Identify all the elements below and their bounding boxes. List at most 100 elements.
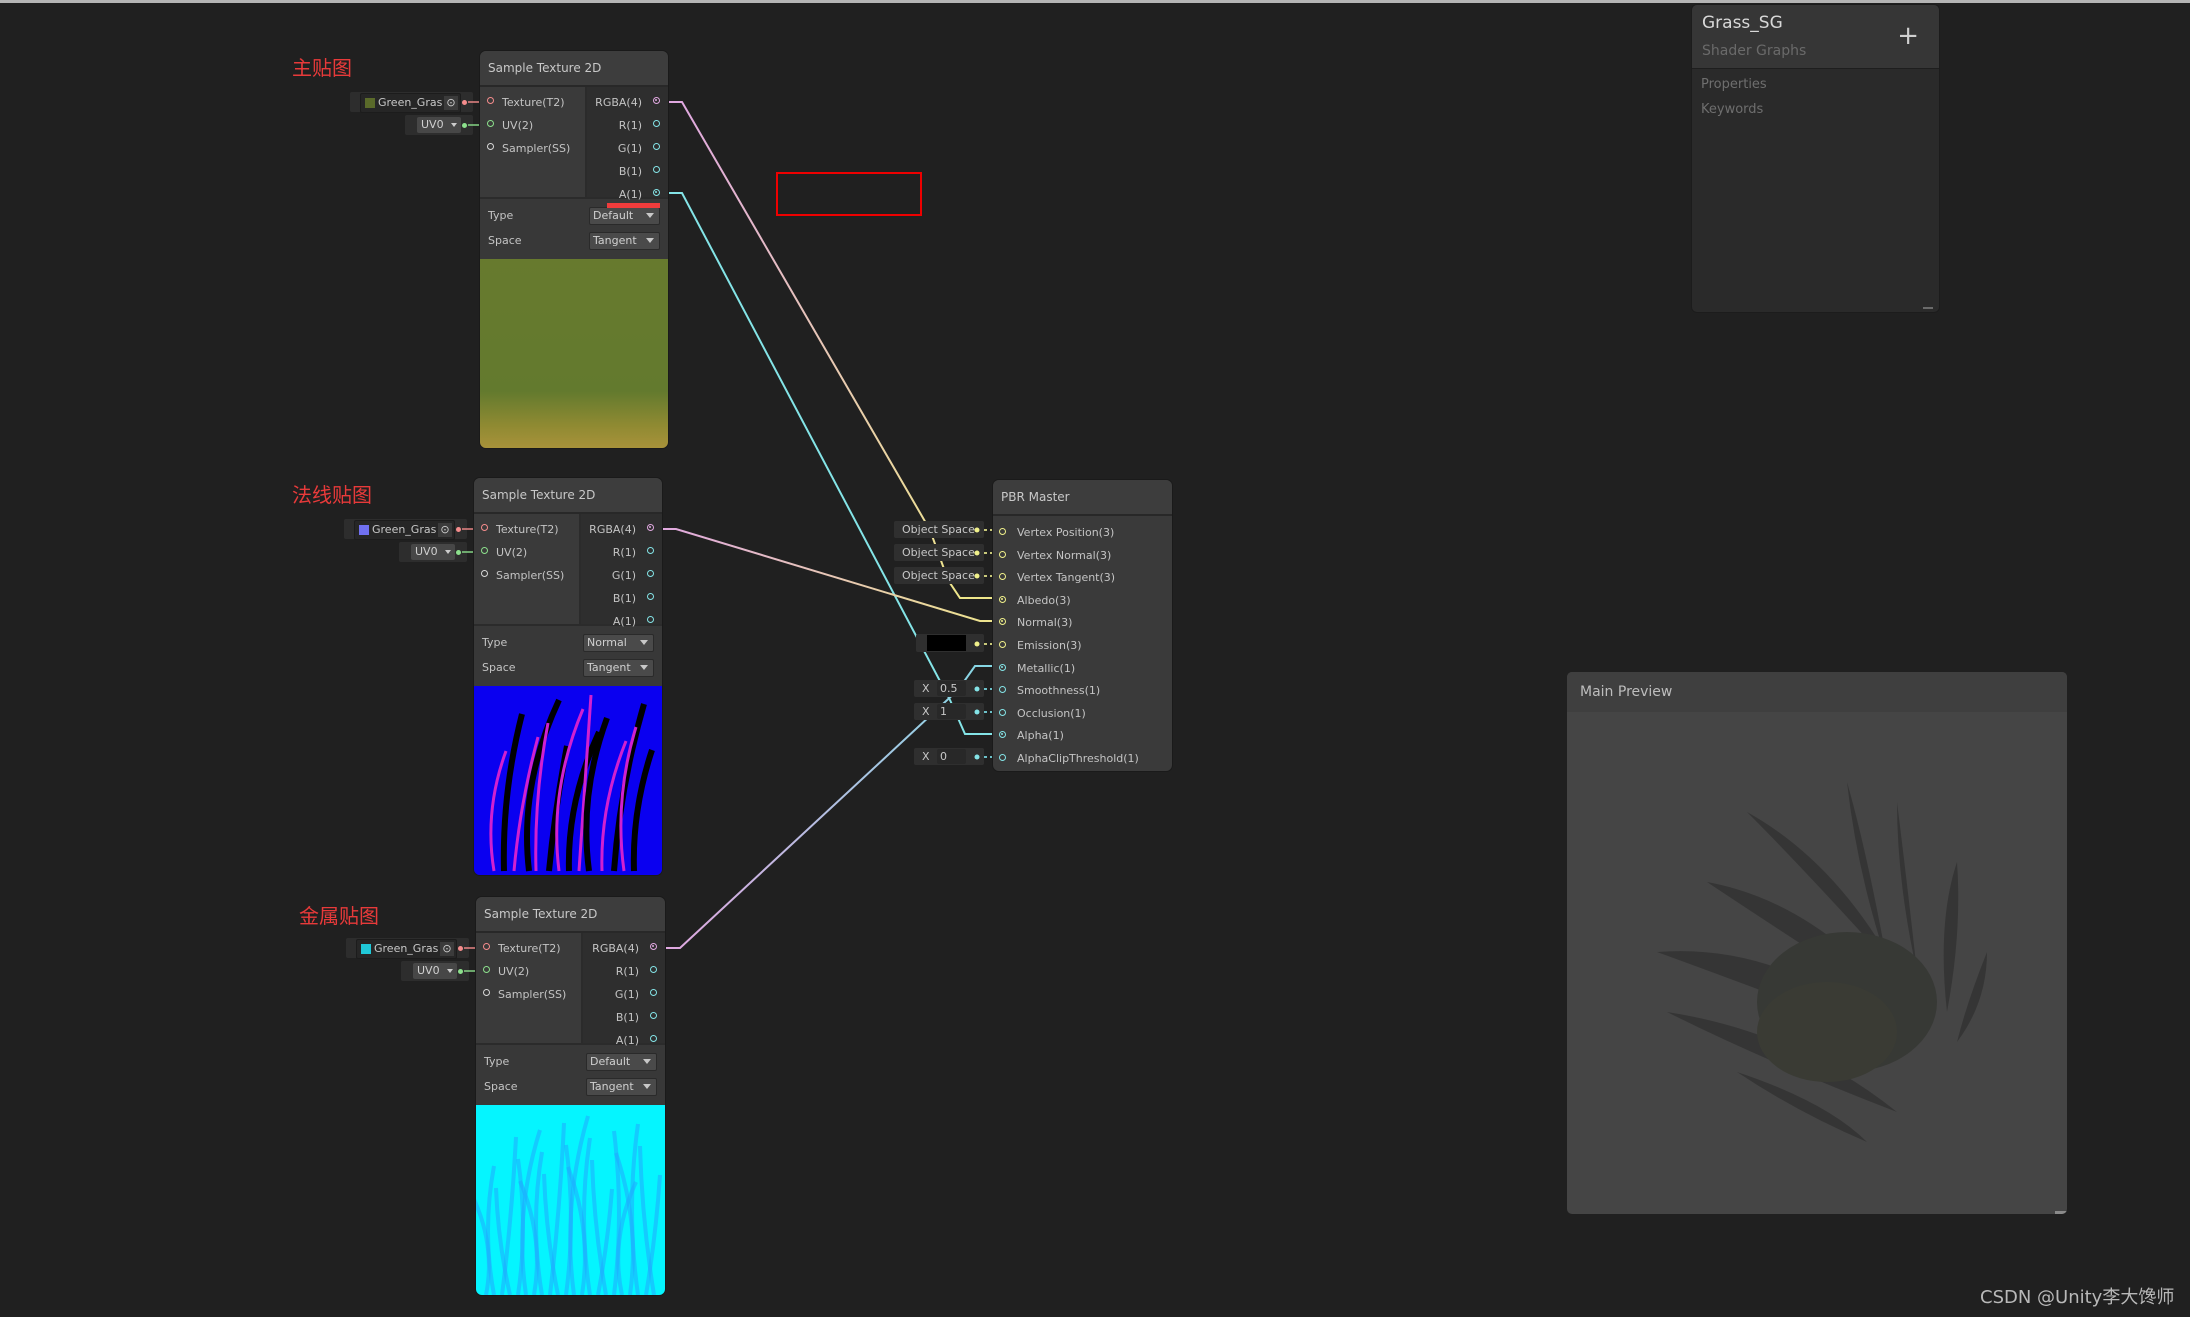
port-circle-icon[interactable] bbox=[481, 524, 488, 531]
port-circle-icon[interactable] bbox=[487, 97, 494, 104]
output-port[interactable]: B(1) bbox=[587, 160, 668, 183]
port-circle-icon[interactable] bbox=[650, 966, 657, 973]
port-circle-icon[interactable] bbox=[647, 524, 654, 531]
space-dropdown[interactable]: Tangent bbox=[586, 1077, 657, 1096]
input-port[interactable]: Texture(T2) bbox=[474, 518, 579, 541]
output-port[interactable]: B(1) bbox=[583, 1006, 665, 1029]
uv-channel-dropdown[interactable]: UV0 bbox=[411, 544, 455, 560]
space-dropdown[interactable]: Tangent bbox=[589, 231, 660, 250]
output-port[interactable]: RGBA(4) bbox=[587, 91, 668, 114]
port-circle-icon[interactable] bbox=[650, 943, 657, 950]
port-circle-icon[interactable] bbox=[653, 97, 660, 104]
input-port[interactable]: UV(2) bbox=[474, 541, 579, 564]
port-circle-icon[interactable] bbox=[481, 547, 488, 554]
pbr-input-port[interactable]: Albedo(3) bbox=[993, 590, 1172, 613]
port-circle-icon[interactable] bbox=[647, 570, 654, 577]
object-picker-icon[interactable]: ⊙ bbox=[440, 942, 454, 956]
output-port[interactable]: RGBA(4) bbox=[583, 937, 665, 960]
output-port[interactable]: RGBA(4) bbox=[581, 518, 662, 541]
alpha-clip-slot[interactable]: X 0 bbox=[914, 748, 984, 765]
uv-channel-dropdown[interactable]: UV0 bbox=[417, 117, 461, 133]
pbr-input-port[interactable]: Vertex Normal(3) bbox=[993, 545, 1172, 568]
port-circle-icon[interactable] bbox=[999, 753, 1006, 761]
port-circle-icon[interactable] bbox=[999, 550, 1006, 558]
port-circle-icon[interactable] bbox=[647, 616, 654, 623]
texture-asset-field[interactable]: Green_Gras ⊙ bbox=[354, 520, 455, 540]
vertex-normal-space-slot[interactable]: Object Space bbox=[894, 544, 984, 561]
port-circle-icon[interactable] bbox=[653, 143, 660, 150]
main-preview-panel[interactable]: Main Preview bbox=[1567, 672, 2067, 1214]
emission-color-swatch[interactable] bbox=[927, 635, 966, 651]
port-circle-icon[interactable] bbox=[483, 966, 490, 973]
blackboard-section-keywords[interactable]: Keywords bbox=[1701, 102, 1763, 117]
pbr-input-port[interactable]: Alpha(1) bbox=[993, 725, 1172, 748]
blackboard-resize-handle[interactable] bbox=[1923, 307, 1933, 309]
texture-slot[interactable]: Green_Gras ⊙ bbox=[346, 938, 469, 959]
sample-texture-2d-node[interactable]: Sample Texture 2D Texture(T2) UV(2) Sample… bbox=[476, 897, 665, 1295]
port-circle-icon[interactable] bbox=[999, 528, 1006, 535]
port-circle-icon[interactable] bbox=[650, 989, 657, 996]
output-port[interactable]: B(1) bbox=[581, 587, 662, 610]
port-circle-icon[interactable] bbox=[650, 1035, 657, 1042]
output-port[interactable]: A(1) bbox=[581, 610, 662, 633]
texture-asset-field[interactable]: Green_Gras ⊙ bbox=[360, 93, 461, 113]
smoothness-input[interactable]: 0.5 bbox=[937, 681, 966, 696]
pbr-input-port[interactable]: Smoothness(1) bbox=[993, 680, 1172, 703]
sample-texture-2d-node[interactable]: Sample Texture 2D Texture(T2) UV(2) Sample… bbox=[480, 51, 668, 448]
input-port[interactable]: Sampler(SS) bbox=[474, 564, 579, 587]
blackboard-section-properties[interactable]: Properties bbox=[1701, 77, 1767, 92]
port-circle-icon[interactable] bbox=[487, 143, 494, 150]
port-circle-icon[interactable] bbox=[483, 943, 490, 950]
wire-alpha[interactable] bbox=[668, 192, 1003, 735]
texture-slot[interactable]: Green_Gras ⊙ bbox=[344, 519, 467, 540]
input-port[interactable]: UV(2) bbox=[480, 114, 585, 137]
type-dropdown[interactable]: Default bbox=[589, 206, 660, 225]
main-preview-render[interactable] bbox=[1567, 712, 2067, 1214]
pbr-input-port[interactable]: Emission(3) bbox=[993, 635, 1172, 658]
object-picker-icon[interactable]: ⊙ bbox=[438, 523, 452, 537]
object-picker-icon[interactable]: ⊙ bbox=[444, 96, 458, 110]
emission-color-slot[interactable] bbox=[916, 634, 984, 652]
port-circle-icon[interactable] bbox=[647, 593, 654, 600]
pbr-input-port[interactable]: Normal(3) bbox=[993, 612, 1172, 635]
port-circle-icon[interactable] bbox=[999, 640, 1006, 648]
texture-asset-field[interactable]: Green_Gras ⊙ bbox=[356, 939, 457, 959]
alpha-clip-input[interactable]: 0 bbox=[937, 749, 966, 764]
port-circle-icon[interactable] bbox=[999, 708, 1006, 716]
type-dropdown[interactable]: Normal bbox=[583, 633, 654, 652]
texture-slot[interactable]: Green_Gras ⊙ bbox=[350, 92, 473, 113]
input-port[interactable]: Sampler(SS) bbox=[480, 137, 585, 160]
sample-texture-2d-node[interactable]: Sample Texture 2D Texture(T2) UV(2) Sample… bbox=[474, 478, 662, 875]
pbr-input-port[interactable]: Metallic(1) bbox=[993, 658, 1172, 681]
occlusion-input[interactable]: 1 bbox=[937, 704, 966, 719]
occlusion-slot[interactable]: X 1 bbox=[914, 703, 984, 720]
pbr-input-port[interactable]: Vertex Tangent(3) bbox=[993, 567, 1172, 590]
pbr-input-port[interactable]: Occlusion(1) bbox=[993, 703, 1172, 726]
port-circle-icon[interactable] bbox=[999, 573, 1006, 581]
uv-channel-dropdown[interactable]: UV0 bbox=[413, 963, 457, 979]
output-port[interactable]: A(1) bbox=[583, 1029, 665, 1052]
main-preview-resize-handle[interactable] bbox=[2055, 1211, 2067, 1214]
output-port[interactable]: G(1) bbox=[587, 137, 668, 160]
output-port[interactable]: G(1) bbox=[583, 983, 665, 1006]
port-circle-icon[interactable] bbox=[999, 618, 1006, 626]
port-circle-icon[interactable] bbox=[487, 120, 494, 127]
input-port[interactable]: Texture(T2) bbox=[476, 937, 581, 960]
pbr-master-node[interactable]: PBR Master Vertex Position(3) Vertex Norm… bbox=[993, 480, 1172, 771]
port-circle-icon[interactable] bbox=[999, 686, 1006, 694]
output-port[interactable]: G(1) bbox=[581, 564, 662, 587]
type-dropdown[interactable]: Default bbox=[586, 1052, 657, 1071]
vertex-tangent-space-slot[interactable]: Object Space bbox=[894, 567, 984, 584]
port-circle-icon[interactable] bbox=[999, 663, 1006, 671]
pbr-input-port[interactable]: Vertex Position(3) bbox=[993, 522, 1172, 545]
output-port[interactable]: R(1) bbox=[583, 960, 665, 983]
port-circle-icon[interactable] bbox=[483, 989, 490, 996]
port-circle-icon[interactable] bbox=[647, 547, 654, 554]
output-port[interactable]: R(1) bbox=[581, 541, 662, 564]
input-port[interactable]: Texture(T2) bbox=[480, 91, 585, 114]
input-port[interactable]: UV(2) bbox=[476, 960, 581, 983]
port-circle-icon[interactable] bbox=[481, 570, 488, 577]
space-dropdown[interactable]: Tangent bbox=[583, 658, 654, 677]
vertex-position-space-slot[interactable]: Object Space bbox=[894, 521, 984, 538]
blackboard-panel[interactable]: Grass_SG Shader Graphs + Properties Keyw… bbox=[1692, 5, 1939, 312]
